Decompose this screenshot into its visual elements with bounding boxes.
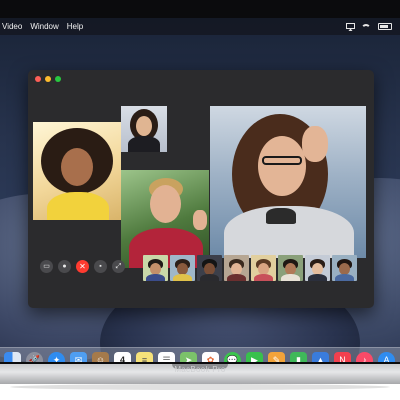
dock: 🚀 ✦ ✉ ☺ 4 ≡ ☰ ➤ ✿ 💬 ▶ ✎ ▮ ▲ N ♪ A ⚙ [0, 347, 400, 362]
airplay-icon[interactable] [346, 23, 355, 31]
participant-thumbnail[interactable] [143, 255, 168, 281]
menu-window[interactable]: Window [30, 22, 58, 31]
calendar-icon[interactable]: 4 [114, 352, 131, 362]
minimize-window-button[interactable] [45, 76, 51, 82]
facetime-icon[interactable]: ▶ [246, 352, 263, 362]
participant-tile[interactable] [121, 106, 167, 152]
participant-strip [143, 255, 357, 281]
laptop-shadow [10, 384, 390, 390]
launchpad-icon[interactable]: 🚀 [26, 352, 43, 362]
participant-thumbnail[interactable] [197, 255, 222, 281]
reminders-icon[interactable]: ☰ [158, 352, 175, 362]
fullscreen-button[interactable]: ⤢ [112, 260, 125, 273]
waving-hand [193, 210, 207, 230]
battery-icon[interactable] [378, 23, 392, 30]
participant-tile[interactable] [33, 122, 121, 220]
pages-icon[interactable]: ✎ [268, 352, 285, 362]
fullscreen-icon: ⤢ [115, 263, 122, 270]
contacts-icon[interactable]: ☺ [92, 352, 109, 362]
menu-video[interactable]: Video [2, 22, 22, 31]
end-call-button[interactable]: ✕ [76, 260, 89, 273]
maps-icon[interactable]: ➤ [180, 352, 197, 362]
wifi-icon[interactable] [361, 23, 371, 30]
facetime-window: ▭ ● ✕ ▪ ⤢ [28, 70, 374, 308]
participant-thumbnail[interactable] [224, 255, 249, 281]
microphone-icon: ● [62, 263, 67, 270]
camera-icon: ▪ [99, 263, 102, 270]
mail-icon[interactable]: ✉ [70, 352, 87, 362]
call-controls: ▭ ● ✕ ▪ ⤢ [40, 260, 125, 273]
raised-hand [302, 126, 328, 162]
end-call-icon: ✕ [79, 261, 86, 271]
sidebar-button[interactable]: ▭ [40, 260, 53, 273]
finder-icon[interactable] [4, 352, 21, 362]
participant-thumbnail[interactable] [332, 255, 357, 281]
desktop-photo: Video Window Help ▭ ● ✕ ▪ ⤢ 🚀 ✦ ✉ ☺ 4 ≡ … [0, 0, 400, 400]
camera-button[interactable]: ▪ [94, 260, 107, 273]
participant-thumbnail[interactable] [251, 255, 276, 281]
menu-help[interactable]: Help [67, 22, 83, 31]
window-controls [35, 76, 61, 82]
participant-thumbnail[interactable] [170, 255, 195, 281]
glasses [262, 156, 302, 165]
calendar-day: 4 [119, 355, 125, 363]
keynote-icon[interactable]: ▲ [312, 352, 329, 362]
music-icon[interactable]: ♪ [356, 352, 373, 362]
participant-thumbnail[interactable] [305, 255, 330, 281]
device-label: MacBook Pro [174, 365, 226, 374]
numbers-icon[interactable]: ▮ [290, 352, 307, 362]
photos-icon[interactable]: ✿ [202, 352, 219, 362]
notes-icon[interactable]: ≡ [136, 352, 153, 362]
messages-icon[interactable]: 💬 [224, 352, 241, 362]
safari-icon[interactable]: ✦ [48, 352, 65, 362]
app-store-icon[interactable]: A [378, 352, 395, 362]
participant-tile-active[interactable] [210, 106, 366, 258]
scarf [266, 208, 296, 224]
participant-tile[interactable] [121, 170, 209, 268]
news-icon[interactable]: N [334, 352, 351, 362]
mute-button[interactable]: ● [58, 260, 71, 273]
participant-thumbnail[interactable] [278, 255, 303, 281]
sidebar-icon: ▭ [43, 263, 50, 270]
zoom-window-button[interactable] [55, 76, 61, 82]
screen: Video Window Help ▭ ● ✕ ▪ ⤢ 🚀 ✦ ✉ ☺ 4 ≡ … [0, 18, 400, 362]
close-window-button[interactable] [35, 76, 41, 82]
menu-extras [346, 23, 392, 31]
menu-bar: Video Window Help [0, 18, 400, 35]
